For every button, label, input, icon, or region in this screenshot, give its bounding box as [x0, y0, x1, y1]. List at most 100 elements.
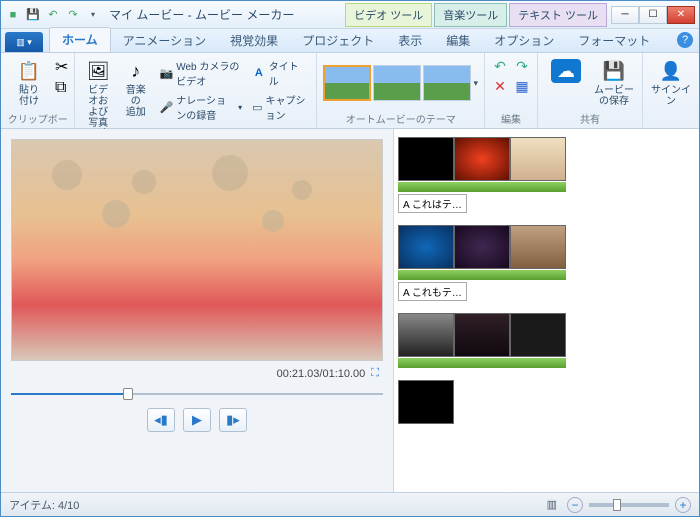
- tab-view[interactable]: 表示: [386, 29, 434, 52]
- clip-thumbnail[interactable]: [398, 225, 454, 269]
- tool-tab-audio[interactable]: 音楽ツール: [434, 3, 507, 27]
- caption-track[interactable]: A これもテ…: [398, 282, 467, 301]
- preview-video[interactable]: [11, 139, 383, 361]
- timeline-row[interactable]: A これもテ…: [398, 225, 695, 301]
- prev-frame-button[interactable]: ◂▮: [147, 408, 175, 432]
- preview-pane: 00:21.03/01:10.00 ⛶ ◂▮ ▶ ▮▸: [1, 129, 393, 492]
- rotate-right-icon[interactable]: ↷: [513, 57, 531, 75]
- tab-animation[interactable]: アニメーション: [111, 29, 219, 52]
- delete-icon[interactable]: ✕: [491, 77, 509, 95]
- caption-button[interactable]: ▭キャプション: [249, 91, 310, 123]
- tab-home[interactable]: ホーム: [49, 27, 111, 52]
- window-title: マイ ムービー - ムービー メーカー: [109, 6, 294, 23]
- clip-thumbnail[interactable]: [398, 380, 454, 424]
- onedrive-button[interactable]: ☁: [544, 57, 588, 85]
- tool-tab-text[interactable]: テキスト ツール: [509, 3, 607, 27]
- tab-project[interactable]: プロジェクト: [290, 29, 386, 52]
- save-movie-button[interactable]: 💾 ムービー の保存: [592, 57, 636, 109]
- workspace: 00:21.03/01:10.00 ⛶ ◂▮ ▶ ▮▸ A これはテ…: [1, 129, 699, 492]
- audio-track[interactable]: [398, 358, 566, 368]
- timeline-row[interactable]: A これはテ…: [398, 137, 695, 213]
- cut-icon[interactable]: ✂: [55, 57, 68, 77]
- timecode-row: 00:21.03/01:10.00 ⛶: [11, 361, 383, 386]
- themes-more-icon[interactable]: ▾: [473, 78, 478, 89]
- add-music-button[interactable]: ♪ 音楽の 追加: [119, 57, 153, 120]
- qat-dropdown-icon[interactable]: ▾: [85, 7, 101, 23]
- tab-option[interactable]: オプション: [482, 29, 566, 52]
- audio-track[interactable]: [398, 182, 566, 192]
- audio-track[interactable]: [398, 270, 566, 280]
- ribbon-tabs: ▥ ▾ ホーム アニメーション 視覚効果 プロジェクト 表示 編集 オプション …: [1, 29, 699, 53]
- close-button[interactable]: ✕: [667, 6, 695, 24]
- clip-thumbnail[interactable]: [454, 137, 510, 181]
- next-frame-button[interactable]: ▮▸: [219, 408, 247, 432]
- rotate-left-icon[interactable]: ↶: [491, 57, 509, 75]
- window-buttons: ─ ☐ ✕: [611, 6, 695, 24]
- timeline-pane[interactable]: A これはテ… A これもテ…: [393, 129, 699, 492]
- clip-thumbnail[interactable]: [510, 137, 566, 181]
- play-controls: ◂▮ ▶ ▮▸: [11, 408, 383, 432]
- contextual-tool-tabs: ビデオ ツール 音楽ツール テキスト ツール: [345, 3, 607, 27]
- timeline-row[interactable]: [398, 380, 695, 424]
- tool-tab-video[interactable]: ビデオ ツール: [345, 3, 432, 27]
- fullscreen-icon[interactable]: ⛶: [371, 367, 379, 380]
- help-icon[interactable]: ?: [677, 32, 693, 48]
- theme-thumbnail[interactable]: [323, 65, 371, 101]
- undo-icon[interactable]: ↶: [45, 7, 61, 23]
- theme-thumbnail[interactable]: [423, 65, 471, 101]
- redo-icon[interactable]: ↷: [65, 7, 81, 23]
- timeline-row[interactable]: [398, 313, 695, 368]
- save-icon[interactable]: 💾: [25, 7, 41, 23]
- copy-icon[interactable]: ⧉: [55, 79, 68, 97]
- zoom-out-button[interactable]: −: [567, 497, 583, 513]
- playback-slider[interactable]: [11, 390, 383, 398]
- statusbar: アイテム: 4/10 ▥ − +: [1, 492, 699, 516]
- user-icon: 👤: [659, 59, 683, 83]
- select-all-icon[interactable]: ▦: [513, 77, 531, 95]
- paste-icon: 📋: [17, 59, 41, 83]
- clip-thumbnail[interactable]: [454, 313, 510, 357]
- title-button[interactable]: Aタイトル: [249, 57, 310, 89]
- signin-button[interactable]: 👤 サインイン: [649, 57, 693, 109]
- minimize-button[interactable]: ─: [611, 6, 639, 24]
- save-movie-icon: 💾: [602, 59, 626, 83]
- group-clipboard: 📋 貼り 付け ✂ ⧉ クリップボード: [1, 53, 75, 128]
- titlebar: ■ 💾 ↶ ↷ ▾ マイ ムービー - ムービー メーカー ビデオ ツール 音楽…: [1, 1, 699, 29]
- theme-thumbnail[interactable]: [373, 65, 421, 101]
- webcam-button[interactable]: 📷Web カメラのビデオ: [157, 57, 246, 89]
- clip-thumbnail[interactable]: [398, 137, 454, 181]
- group-themes: ▾ オートムービーのテーマ: [317, 53, 485, 128]
- caption-icon: ▭: [252, 100, 262, 114]
- group-signin: 👤 サインイン: [643, 53, 699, 128]
- group-add: 🖼 ビデオおよび 写真の追加 ♪ 音楽の 追加 📷Web カメラのビデオ 🎤ナレ…: [75, 53, 317, 128]
- app-icon: ■: [5, 7, 21, 23]
- narration-button[interactable]: 🎤ナレーションの録音▾: [157, 91, 246, 123]
- tab-edit[interactable]: 編集: [434, 29, 482, 52]
- item-count: アイテム: 4/10: [9, 497, 79, 513]
- group-edit: ↶ ↷ ✕ ▦ 編集: [485, 53, 538, 128]
- clip-thumbnail[interactable]: [510, 225, 566, 269]
- add-media-icon: 🖼: [86, 59, 110, 83]
- paste-button[interactable]: 📋 貼り 付け: [7, 57, 51, 109]
- quick-access-toolbar: ■ 💾 ↶ ↷ ▾: [5, 7, 101, 23]
- zoom-thumb[interactable]: [613, 499, 621, 511]
- maximize-button[interactable]: ☐: [639, 6, 667, 24]
- slider-thumb[interactable]: [123, 388, 133, 400]
- clip-thumbnail[interactable]: [454, 225, 510, 269]
- title-icon: A: [252, 66, 266, 80]
- ribbon: 📋 貼り 付け ✂ ⧉ クリップボード 🖼 ビデオおよび 写真の追加 ♪ 音楽の…: [1, 53, 699, 129]
- play-button[interactable]: ▶: [183, 408, 211, 432]
- view-mode-icon[interactable]: ▥: [547, 498, 557, 511]
- tab-visual-effects[interactable]: 視覚効果: [218, 29, 290, 52]
- timecode-text: 00:21.03/01:10.00: [277, 368, 366, 380]
- clip-thumbnail[interactable]: [398, 313, 454, 357]
- tab-format[interactable]: フォーマット: [566, 29, 662, 52]
- caption-track[interactable]: A これはテ…: [398, 194, 467, 213]
- clip-thumbnail[interactable]: [510, 313, 566, 357]
- file-menu-button[interactable]: ▥ ▾: [5, 32, 43, 52]
- zoom-control: − +: [567, 497, 691, 513]
- zoom-in-button[interactable]: +: [675, 497, 691, 513]
- zoom-slider[interactable]: [589, 503, 669, 507]
- music-icon: ♪: [124, 59, 148, 83]
- group-share: ☁ 💾 ムービー の保存 共有: [538, 53, 643, 128]
